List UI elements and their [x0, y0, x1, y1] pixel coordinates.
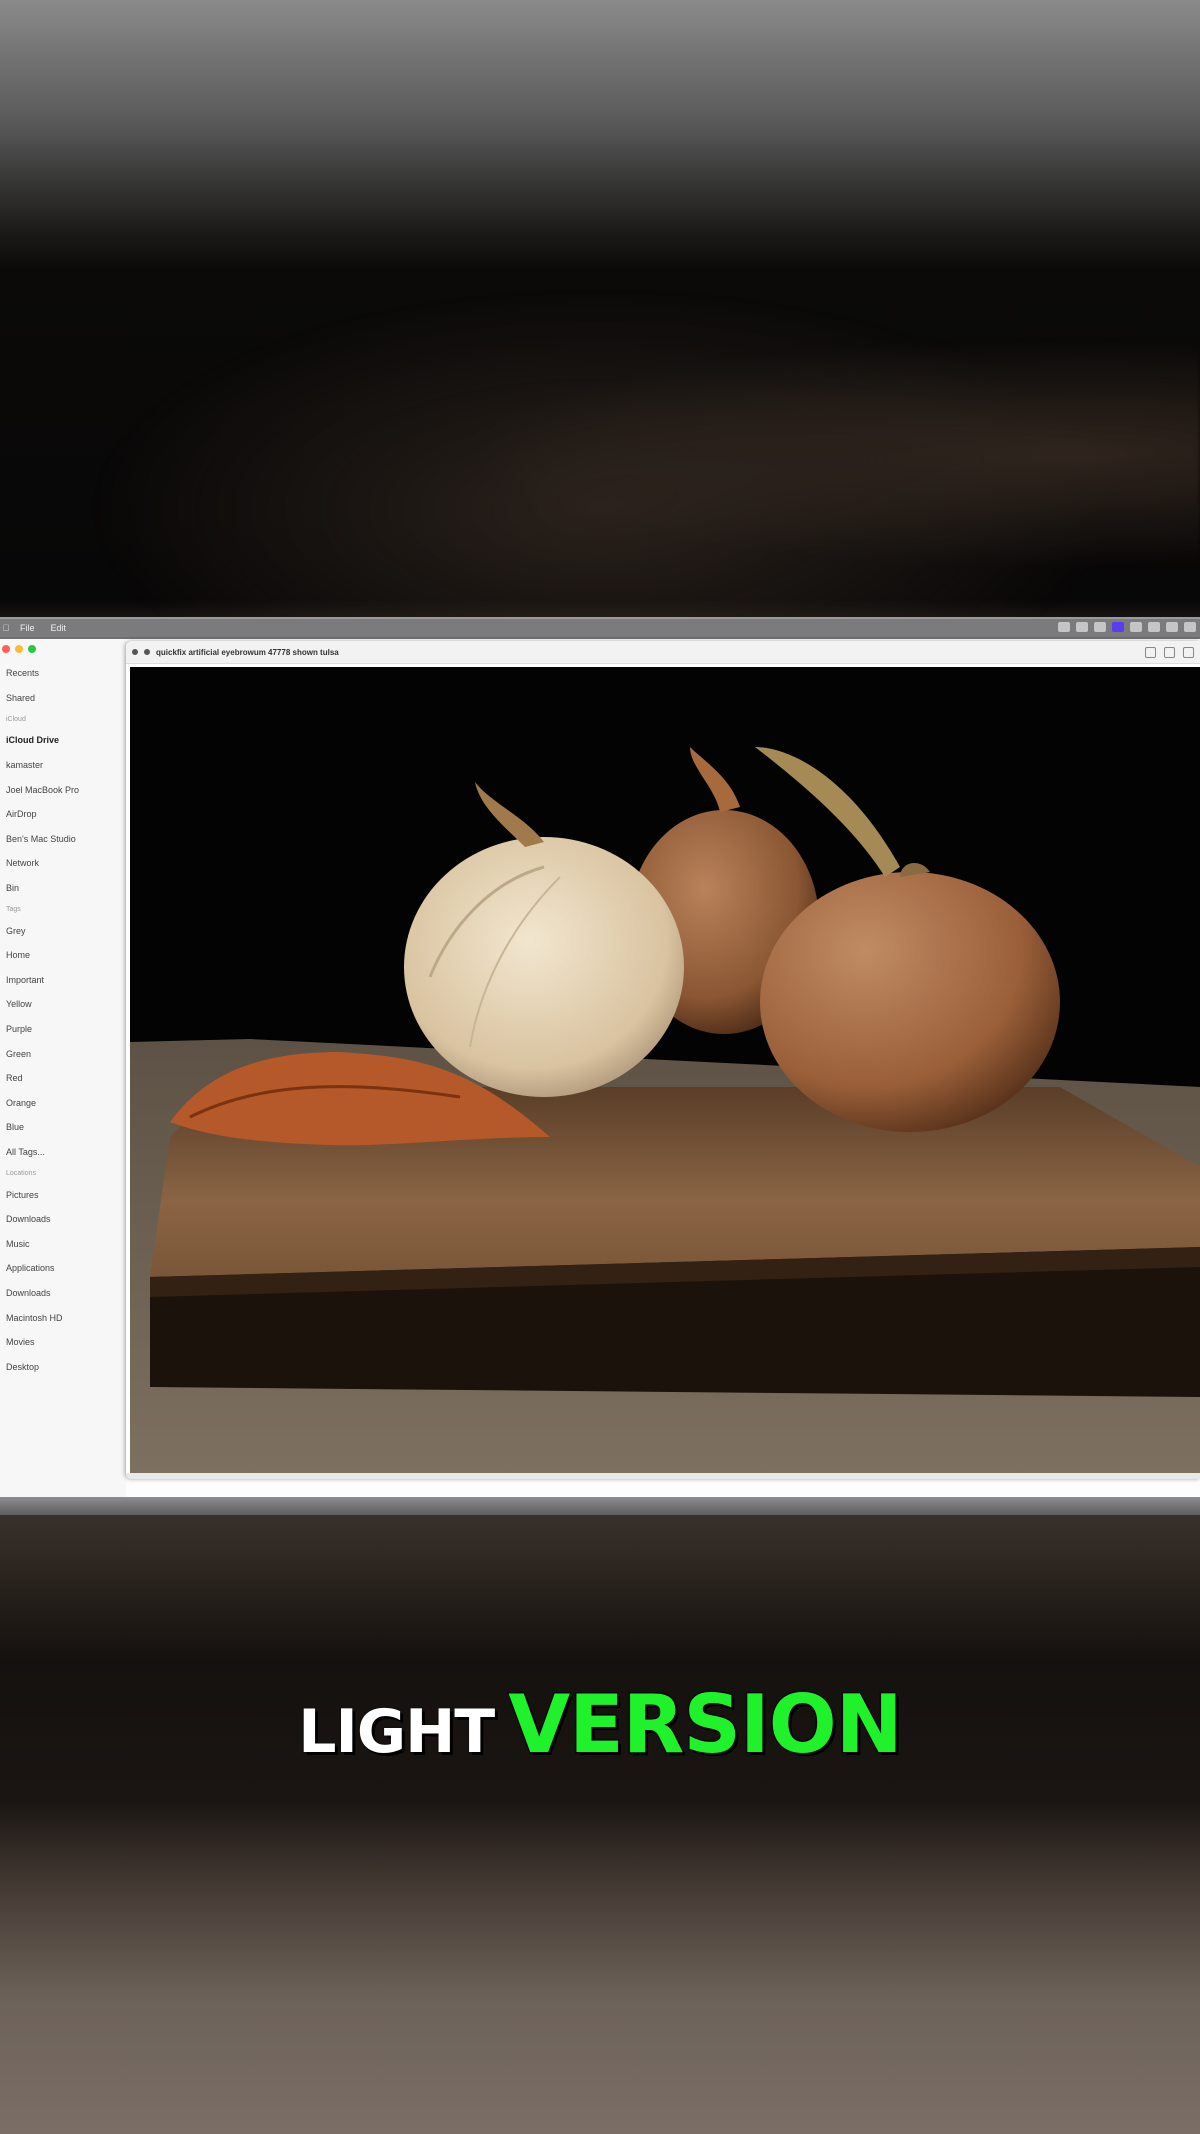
blurred-background [0, 250, 1200, 620]
status-icon[interactable] [1184, 622, 1196, 632]
sidebar-item[interactable]: Recents [0, 661, 126, 686]
sidebar-item[interactable]: Bin [0, 876, 126, 901]
sidebar-item[interactable]: Music [0, 1231, 126, 1256]
menu-bar:  File Edit [0, 619, 1200, 637]
sidebar-item[interactable]: Orange [0, 1091, 126, 1116]
sidebar-item[interactable]: Network [0, 851, 126, 876]
preview-titlebar: quickfix artificial eyebrowum 47778 show… [126, 641, 1200, 664]
status-icon[interactable] [1076, 622, 1088, 632]
window-dot-icon[interactable] [144, 649, 150, 655]
status-icons [1058, 622, 1196, 632]
window-dot-icon[interactable] [132, 649, 138, 655]
preview-window: quickfix artificial eyebrowum 47778 show… [126, 641, 1200, 1479]
status-icon[interactable] [1166, 622, 1178, 632]
sidebar-section-header: iCloud [6, 715, 26, 723]
status-icon[interactable] [1148, 622, 1160, 632]
menu-item-file[interactable]: File [12, 623, 43, 633]
zoom-traffic-light[interactable] [28, 645, 36, 653]
sidebar-item[interactable]: Downloads [0, 1281, 126, 1306]
sidebar-item[interactable]: Macintosh HD [0, 1305, 126, 1330]
sidebar-item[interactable]: Ben's Mac Studio [0, 827, 126, 852]
sidebar-item[interactable]: Applications [0, 1256, 126, 1281]
sidebar-section-header: Locations [6, 1169, 36, 1177]
preview-footer [126, 1473, 1200, 1479]
sidebar-item[interactable]: Joel MacBook Pro [0, 777, 126, 802]
mac-screen:  File Edit RecentsShared iCloud iCloud Dr… [0, 617, 1200, 1515]
sidebar-section-header: Tags [6, 905, 21, 913]
status-icon[interactable] [1130, 622, 1142, 632]
sidebar-item[interactable]: Pictures [0, 1182, 126, 1207]
preview-toolbar [1145, 647, 1194, 658]
sidebar-item[interactable]: Home [0, 943, 126, 968]
markup-icon[interactable] [1183, 647, 1194, 658]
share-icon[interactable] [1164, 647, 1175, 658]
close-traffic-light[interactable] [2, 645, 10, 653]
sidebar-item[interactable]: Green [0, 1041, 126, 1066]
sidebar-item[interactable]: Important [0, 968, 126, 993]
sidebar-item[interactable]: Purple [0, 1017, 126, 1042]
sidebar-item[interactable]: Desktop [0, 1354, 126, 1379]
sidebar-item[interactable]: Grey [0, 918, 126, 943]
screen-bottom-bezel [0, 1497, 1200, 1515]
finder-sidebar: Recents Shared iCloud iCloud Drive kamaster J… [0, 639, 126, 1497]
sidebar-item[interactable]: iCloud Drive [0, 728, 126, 753]
sidebar-item[interactable]: Yellow [0, 992, 126, 1017]
sidebar-item[interactable]: Red [0, 1066, 126, 1091]
caption: LIGHT VERSION [0, 1677, 1200, 1773]
sidebar-list: Recents Shared iCloud iCloud Drive kamaster J… [0, 661, 126, 1379]
status-icon[interactable] [1058, 622, 1070, 632]
status-icon-accent[interactable] [1112, 622, 1124, 632]
sidebar-item[interactable]: AirDrop [0, 802, 126, 827]
sidebar-item[interactable]: Downloads [0, 1207, 126, 1232]
sidebar-item[interactable]: Movies [0, 1330, 126, 1355]
apple-icon[interactable]:  [0, 623, 12, 633]
preview-title: quickfix artificial eyebrowum 47778 show… [156, 647, 339, 657]
status-icon[interactable] [1094, 622, 1106, 632]
sidebar-item[interactable]: Shared [0, 686, 126, 711]
onion-photo [130, 667, 1200, 1475]
minimize-traffic-light[interactable] [15, 645, 23, 653]
finder-window: Recents Shared iCloud iCloud Drive kamaster J… [0, 639, 1200, 1497]
sidebar-item[interactable]: kamaster [0, 753, 126, 778]
caption-white-word: LIGHT [297, 1696, 497, 1769]
caption-green-word: VERSION [507, 1677, 905, 1773]
menu-item-edit[interactable]: Edit [43, 623, 75, 633]
traffic-lights [2, 645, 36, 653]
sidebar-item[interactable]: Blue [0, 1115, 126, 1140]
sidebar-item[interactable]: All Tags... [0, 1140, 126, 1165]
info-icon[interactable] [1145, 647, 1156, 658]
